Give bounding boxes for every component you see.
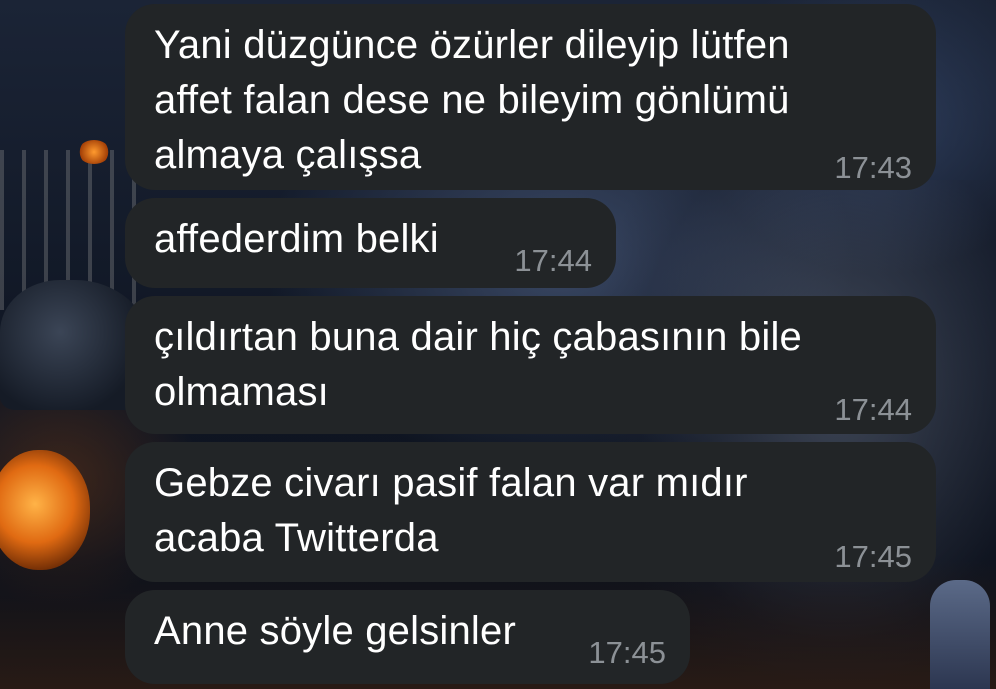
message-timestamp: 17:44	[514, 243, 592, 278]
message-text: Anne söyle gelsinler	[154, 609, 516, 653]
message-text: çıldırtan buna dair hiç çabasının bile o…	[154, 315, 802, 414]
message-bubble[interactable]: affederdim belki 17:44	[125, 198, 616, 288]
message-list[interactable]: Yani düzgünce özürler dileyip lütfen aff…	[0, 0, 996, 689]
message-bubble[interactable]: çıldırtan buna dair hiç çabasının bile o…	[125, 296, 936, 434]
message-bubble[interactable]: Anne söyle gelsinler 17:45	[125, 590, 690, 684]
message-bubble[interactable]: Yani düzgünce özürler dileyip lütfen aff…	[125, 4, 936, 190]
message-text: Yani düzgünce özürler dileyip lütfen aff…	[154, 23, 790, 177]
message-timestamp: 17:45	[834, 539, 912, 574]
message-timestamp: 17:43	[834, 150, 912, 185]
message-timestamp: 17:44	[834, 392, 912, 427]
message-text: Gebze civarı pasif falan var mıdır acaba…	[154, 461, 748, 560]
message-bubble[interactable]: Gebze civarı pasif falan var mıdır acaba…	[125, 442, 936, 582]
message-text: affederdim belki	[154, 217, 439, 261]
message-timestamp: 17:45	[588, 635, 666, 670]
